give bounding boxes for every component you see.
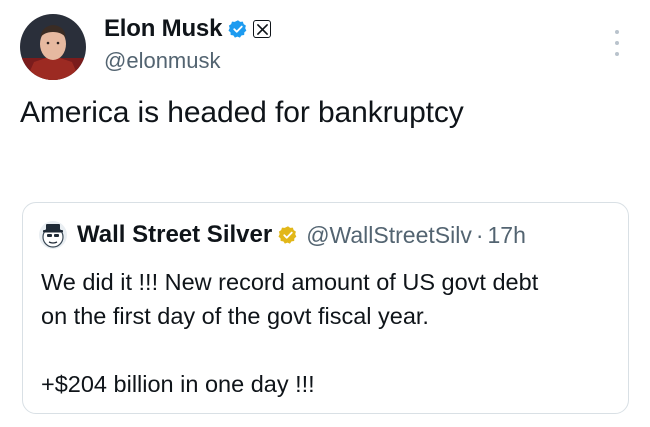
separator-dot: · [475, 221, 484, 248]
quote-avatar[interactable] [39, 221, 67, 249]
quote-text-line: +$204 billion in one day !!! [41, 371, 315, 397]
name-row: Elon Musk [104, 12, 524, 46]
quote-text: We did it !!! New record amount of US go… [41, 265, 611, 401]
author-info: Elon Musk @elonmusk [104, 12, 524, 74]
tweet-text: America is headed for bankruptcy [20, 96, 464, 129]
quote-timestamp[interactable]: 17h [488, 222, 526, 249]
quote-display-name[interactable]: Wall Street Silver [77, 221, 272, 249]
quote-header: Wall Street Silver @WallStreetSilv · 17h [39, 221, 526, 249]
display-name[interactable]: Elon Musk [104, 15, 222, 43]
x-logo-icon [253, 20, 272, 38]
more-vertical-icon[interactable] [612, 30, 622, 56]
tweet-view: Elon Musk @elonmusk America is headed fo… [0, 0, 650, 427]
quote-text-line: on the first day of the govt fiscal year… [41, 303, 429, 329]
avatar[interactable] [20, 14, 86, 80]
quote-handle[interactable]: @WallStreetSilv [306, 222, 472, 249]
quoted-tweet-card[interactable]: Wall Street Silver @WallStreetSilv · 17h… [22, 202, 629, 414]
gold-verified-icon [278, 225, 298, 245]
handle[interactable]: @elonmusk [104, 48, 524, 74]
blue-verified-icon [228, 19, 248, 39]
quote-text-line: We did it !!! New record amount of US go… [41, 269, 539, 295]
